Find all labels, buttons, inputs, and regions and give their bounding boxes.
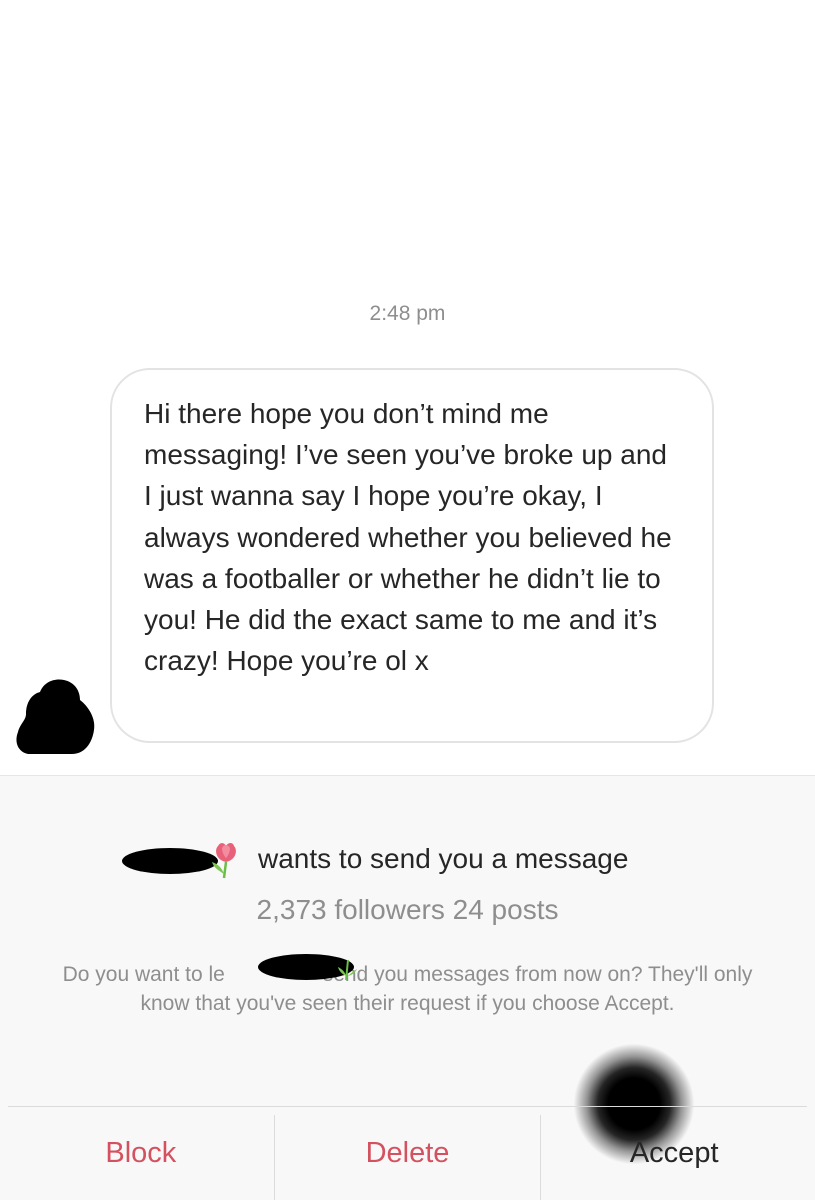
message-bubble[interactable]: Hi there hope you don’t mind me messagin… [110, 368, 714, 743]
message-timestamp: 2:48 pm [369, 302, 446, 325]
sender-name-redacted [122, 848, 218, 874]
message-request-screen: 2:48 pm Hi there hope you don’t mind me … [0, 0, 815, 1200]
conversation-area: 2:48 pm Hi there hope you don’t mind me … [0, 0, 815, 775]
accept-button[interactable]: Accept [541, 1107, 807, 1200]
delete-button-label: Delete [365, 1136, 450, 1169]
request-explanation: Do you want to le send you messages from… [40, 961, 775, 1018]
request-title-row: wants to send you a message [0, 840, 815, 880]
message-text: Hi there hope you don’t mind me messagin… [144, 398, 672, 677]
tulip-emoji-icon [212, 843, 236, 879]
delete-button[interactable]: Delete [275, 1107, 541, 1200]
sender-stats: 2,373 followers 24 posts [256, 894, 559, 925]
accept-button-label: Accept [629, 1136, 719, 1169]
block-button[interactable]: Block [8, 1107, 274, 1200]
request-explanation-end: send you messages from now on? They'll o… [140, 963, 753, 1015]
request-explanation-start: Do you want to le [62, 963, 225, 986]
sender-avatar-redacted[interactable] [14, 676, 96, 756]
request-title: wants to send you a message [258, 843, 629, 874]
request-action-bar: Block Delete Accept [8, 1106, 807, 1200]
tulip-emoji-icon-small [338, 959, 357, 981]
block-button-label: Block [105, 1136, 177, 1169]
